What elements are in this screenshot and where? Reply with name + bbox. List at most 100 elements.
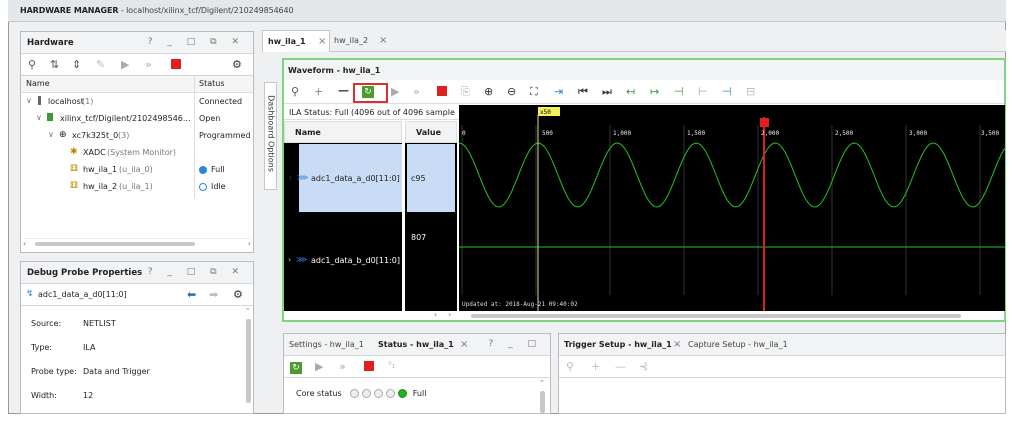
- horizontal-scrollbar[interactable]: ‹ ›: [23, 238, 251, 248]
- zoom-fit-icon[interactable]: ⛶: [530, 86, 538, 97]
- tick-500: 500: [542, 130, 553, 137]
- tree-row-hw-ila-2[interactable]: ⚅ hw_ila_2 (u_ila_1) Idle: [21, 179, 253, 196]
- status-dot-full: [398, 389, 408, 398]
- pin-icon[interactable]: ✎: [96, 59, 105, 70]
- target-icon: [47, 113, 53, 121]
- status-dot-waiting: [362, 389, 372, 398]
- gear-icon[interactable]: ⚙: [232, 59, 242, 70]
- remove-icon[interactable]: —: [338, 85, 349, 96]
- vertical-scrollbar[interactable]: ⌃: [244, 307, 253, 413]
- tree-row-localhost[interactable]: ∨ localhost (1) Connected: [21, 94, 253, 111]
- add-icon[interactable]: +: [314, 86, 323, 97]
- waveform-panel: Waveform - hw_ila_1 ⚲ + — ↻ ▶ » ⎘ ⊕ ⊖ ⛶ …: [282, 58, 1006, 322]
- previous-marker-icon[interactable]: ⊢: [698, 86, 708, 97]
- chevron-down-icon[interactable]: ∨: [26, 96, 32, 105]
- status-text: Open: [199, 114, 221, 123]
- stop-icon[interactable]: [437, 86, 447, 98]
- chevron-down-icon[interactable]: ∨: [48, 130, 54, 139]
- trigger-condition-icon[interactable]: ⊰: [639, 361, 648, 372]
- zoom-in-icon[interactable]: ⊕: [484, 86, 493, 97]
- remove-icon[interactable]: —: [615, 361, 626, 372]
- signal-row-a[interactable]: › ⋙ adc1_data_a_d0[11:0]: [289, 144, 402, 212]
- waveform-canvas[interactable]: x50 0 500 1,000 1,500 2,000 2,500 3,000 …: [459, 105, 1005, 311]
- run-immediate-icon[interactable]: »: [145, 59, 152, 70]
- panel-window-controls[interactable]: ? _ □: [488, 339, 542, 349]
- next-transition-icon[interactable]: ↦: [650, 86, 659, 97]
- gear-icon[interactable]: ⚙: [233, 289, 243, 300]
- stop-icon[interactable]: [364, 361, 374, 373]
- add-marker-icon[interactable]: ⊣: [674, 86, 684, 97]
- signal-value-column: Value c95 807: [405, 121, 457, 311]
- tab-hw-ila-2[interactable]: hw_ila_2 ×: [330, 30, 392, 52]
- close-icon[interactable]: ×: [673, 339, 681, 350]
- run-immediate-icon[interactable]: ▶: [391, 86, 399, 97]
- close-icon[interactable]: ×: [460, 339, 468, 350]
- tree-row-cable[interactable]: ∨ xilinx_tcf/Digilent/2102498546... Open: [21, 111, 253, 128]
- close-icon[interactable]: ×: [318, 36, 326, 47]
- previous-transition-icon[interactable]: ↤: [626, 86, 635, 97]
- tab-hw-ila-1[interactable]: hw_ila_1 ×: [262, 30, 330, 52]
- search-icon[interactable]: ⚲: [291, 86, 299, 97]
- property-list: Source: NETLIST Type: ILA Probe type: Da…: [21, 307, 243, 415]
- status-dot-pre-trigger: [374, 389, 384, 398]
- hardware-panel: Hardware ? _ □ ⧉ ✕ ⚲ ⇅ ⇕ ✎ ▶ » ⚙ Name St…: [20, 31, 254, 253]
- col-name-header: Name: [26, 79, 50, 88]
- tab-settings[interactable]: Settings - hw_ila_1: [289, 340, 364, 349]
- chevron-down-icon[interactable]: ∨: [36, 113, 42, 122]
- chip-icon: ⊕: [59, 130, 67, 140]
- ila-status-text: ILA Status: Full (4096 out of 4096 sampl…: [289, 108, 455, 117]
- go-to-cursor-icon[interactable]: ⇥: [554, 86, 563, 97]
- run-trigger-icon[interactable]: ▶: [121, 59, 129, 70]
- trigger-setup-panel: Trigger Setup - hw_ila_1 × Capture Setup…: [558, 333, 1006, 414]
- panel-window-controls[interactable]: ? _ □ ⧉ ✕: [148, 37, 245, 47]
- tick-0: 0: [462, 130, 466, 137]
- dashboard-options-strip[interactable]: Dashboard Options: [264, 82, 277, 190]
- value-cell-b: 807: [411, 233, 427, 242]
- tab-capture-setup[interactable]: Capture Setup - hw_ila_1: [688, 340, 788, 349]
- tree-row-device[interactable]: ∨ ⊕ xc7k325t_0 (3) Programmed: [21, 128, 253, 145]
- stop-icon[interactable]: [171, 59, 181, 71]
- go-to-start-icon[interactable]: ⏮: [578, 86, 588, 97]
- back-arrow-icon[interactable]: ⬅: [187, 289, 196, 300]
- ila-status-bar: ILA Status: Full (4096 out of 4096 sampl…: [284, 105, 460, 120]
- tree-row-hw-ila-1[interactable]: ⚅ hw_ila_1 (u_ila_0) Full: [21, 162, 253, 179]
- name-scrollbar[interactable]: ‹ ›: [434, 310, 458, 320]
- forward-arrow-icon[interactable]: ➡: [209, 289, 218, 300]
- tick-3500: 3,500: [981, 130, 999, 137]
- run-trigger-button[interactable]: ↻: [290, 361, 302, 374]
- vertical-scrollbar[interactable]: ⌃: [538, 379, 548, 414]
- core-status-value: Full: [412, 389, 427, 398]
- next-marker-icon[interactable]: ⊣: [722, 86, 732, 97]
- search-icon[interactable]: ⚲: [28, 59, 36, 70]
- settings-status-tabs: Settings - hw_ila_1 Status - hw_ila_1 × …: [284, 334, 550, 356]
- tab-trigger-setup[interactable]: Trigger Setup - hw_ila_1: [564, 340, 672, 349]
- run-trigger-button[interactable]: ↻: [362, 85, 374, 98]
- tree-row-xadc[interactable]: ✱ XADC (System Monitor): [21, 145, 253, 162]
- close-icon[interactable]: ×: [379, 35, 387, 46]
- signal-row-b[interactable]: › ⋙ adc1_data_b_d0[11:0]: [284, 255, 402, 299]
- tab-status[interactable]: Status - hw_ila_1: [378, 340, 454, 349]
- status-idle-icon: [199, 183, 207, 191]
- trigger-position-icon[interactable]: ⁹₁: [388, 361, 395, 372]
- run-continuous-icon[interactable]: »: [339, 361, 346, 372]
- collapse-all-icon[interactable]: ⇅: [50, 59, 59, 70]
- tree-label: hw_ila_1: [83, 165, 118, 174]
- expand-all-icon[interactable]: ⇕: [72, 59, 81, 70]
- export-icon[interactable]: ⎘: [461, 86, 470, 97]
- swap-cursor-icon[interactable]: ⊟: [746, 86, 755, 97]
- tree-label: xc7k325t_0: [72, 131, 119, 140]
- zoom-out-icon[interactable]: ⊖: [507, 86, 516, 97]
- run-continuous-icon[interactable]: »: [413, 86, 420, 97]
- panel-window-controls[interactable]: ? _ □ ⧉ ✕: [148, 267, 245, 277]
- hardware-panel-title: Hardware: [27, 38, 74, 48]
- editor-tab-bar: hw_ila_1 × hw_ila_2 ×: [262, 30, 1006, 52]
- probe-name: adc1_data_a_d0[11:0]: [38, 290, 127, 299]
- hardware-column-headers: Name Status: [21, 76, 253, 93]
- run-immediate-icon[interactable]: ▶: [315, 361, 323, 372]
- search-icon[interactable]: ⚲: [566, 361, 574, 372]
- debug-probe-title: Debug Probe Properties: [27, 268, 143, 278]
- add-icon[interactable]: +: [591, 361, 600, 372]
- go-to-end-icon[interactable]: ⏭: [602, 86, 612, 97]
- hardware-panel-header: Hardware ? _ □ ⧉ ✕: [21, 32, 253, 54]
- waveform-scrollbar[interactable]: [459, 312, 1005, 320]
